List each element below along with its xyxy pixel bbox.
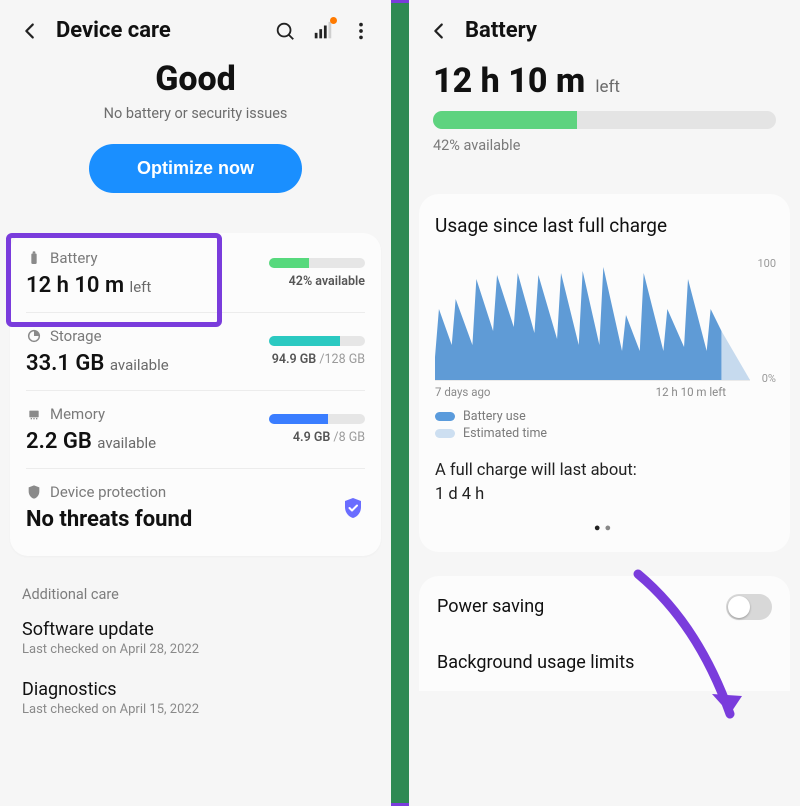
full-charge-value: 1 d 4 h: [435, 483, 774, 507]
storage-icon: [26, 328, 42, 344]
legend-swatch-est: [435, 429, 455, 438]
back-icon[interactable]: [427, 19, 451, 43]
diagnostics-title: Diagnostics: [22, 679, 369, 700]
software-update-title: Software update: [22, 619, 369, 640]
software-update-item[interactable]: Software update Last checked on April 28…: [0, 609, 391, 669]
usage-title: Usage since last full charge: [435, 214, 774, 237]
y-axis-top: 100: [757, 257, 776, 270]
diagnostics-item[interactable]: Diagnostics Last checked on April 15, 20…: [0, 669, 391, 729]
header-bar: Device care: [0, 0, 391, 53]
legend-use: Battery use: [463, 409, 526, 424]
chart-legend: Battery use Estimated time: [435, 409, 774, 441]
usage-chart[interactable]: 100 0% 7 days ago 12 h 10 m left: [435, 261, 774, 399]
protection-row[interactable]: Device protection No threats found: [26, 469, 365, 546]
battery-time-unit: left: [130, 278, 152, 296]
screen-device-care: Device care Good No battery or security …: [0, 0, 391, 806]
memory-used: 4.9 GB: [293, 430, 330, 445]
battery-summary: 12 h 10 m left 42% available: [409, 53, 800, 164]
screen-battery: Battery 12 h 10 m left 42% available Usa…: [409, 0, 800, 806]
additional-care-header: Additional care: [0, 564, 391, 609]
back-icon[interactable]: [18, 19, 42, 43]
battery-icon: [26, 250, 42, 266]
memory-label: Memory: [50, 405, 105, 423]
battery-available: 42% available: [433, 137, 776, 154]
storage-unit: available: [110, 356, 169, 374]
full-charge-text: A full charge will last about: 1 d 4 h: [435, 459, 774, 507]
shield-check-icon: [341, 496, 365, 520]
status-heading: Good: [20, 59, 371, 99]
battery-progress-bar: [433, 111, 776, 129]
status-sub: No battery or security issues: [20, 105, 371, 122]
usage-card: Usage since last full charge 100 0% 7 da…: [419, 194, 790, 552]
header-bar: Battery: [409, 0, 800, 53]
storage-row[interactable]: Storage 33.1 GB available 94.9 GB /128 G…: [26, 313, 365, 391]
protection-label: Device protection: [50, 483, 166, 501]
memory-unit: available: [97, 434, 156, 452]
search-icon[interactable]: [273, 19, 297, 43]
battery-label: Battery: [50, 249, 98, 267]
bg-limits-row[interactable]: Background usage limits: [419, 638, 790, 691]
battery-time-value: 12 h 10 m: [433, 61, 585, 101]
x-axis-right: 12 h 10 m left: [656, 385, 726, 399]
memory-bar: [269, 414, 365, 424]
storage-bar: [269, 336, 365, 346]
notification-dot-icon: [330, 17, 337, 24]
usage-chart-svg: [435, 261, 750, 381]
more-icon[interactable]: [349, 19, 373, 43]
battery-time: 12 h 10 m: [26, 273, 124, 298]
power-saving-row[interactable]: Power saving: [419, 576, 790, 638]
optimize-button[interactable]: Optimize now: [89, 144, 302, 193]
memory-icon: [26, 406, 42, 422]
x-axis-left: 7 days ago: [435, 385, 490, 399]
full-charge-lead: A full charge will last about:: [435, 459, 774, 483]
battery-bar: [269, 258, 365, 268]
storage-used: 94.9 GB: [272, 352, 317, 367]
page-indicator[interactable]: ●●: [435, 521, 774, 534]
diagnostics-sub: Last checked on April 15, 2022: [22, 702, 369, 717]
protection-value: No threats found: [26, 507, 192, 532]
memory-value: 2.2 GB: [26, 429, 92, 454]
battery-row[interactable]: Battery 12 h 10 m left 42% available: [26, 235, 365, 313]
legend-swatch-use: [435, 412, 455, 421]
status-hero: Good No battery or security issues Optim…: [0, 53, 391, 215]
storage-value: 33.1 GB: [26, 351, 104, 376]
shield-icon: [26, 484, 42, 500]
storage-total: /128 GB: [319, 352, 365, 367]
memory-total: /8 GB: [333, 430, 365, 445]
y-axis-bot: 0%: [762, 372, 776, 385]
page-title: Battery: [465, 18, 537, 43]
legend-est: Estimated time: [463, 426, 547, 441]
software-update-sub: Last checked on April 28, 2022: [22, 642, 369, 657]
page-title: Device care: [56, 18, 171, 43]
bg-limits-label: Background usage limits: [437, 652, 634, 673]
storage-label: Storage: [50, 327, 102, 345]
metrics-card: Battery 12 h 10 m left 42% available: [10, 233, 381, 556]
battery-pct: 42% available: [289, 274, 365, 289]
power-saving-label: Power saving: [437, 596, 544, 617]
battery-time-unit: left: [595, 77, 620, 97]
signal-icon[interactable]: [311, 19, 335, 43]
power-saving-toggle[interactable]: [726, 594, 772, 620]
memory-row[interactable]: Memory 2.2 GB available 4.9 GB /8 GB: [26, 391, 365, 469]
